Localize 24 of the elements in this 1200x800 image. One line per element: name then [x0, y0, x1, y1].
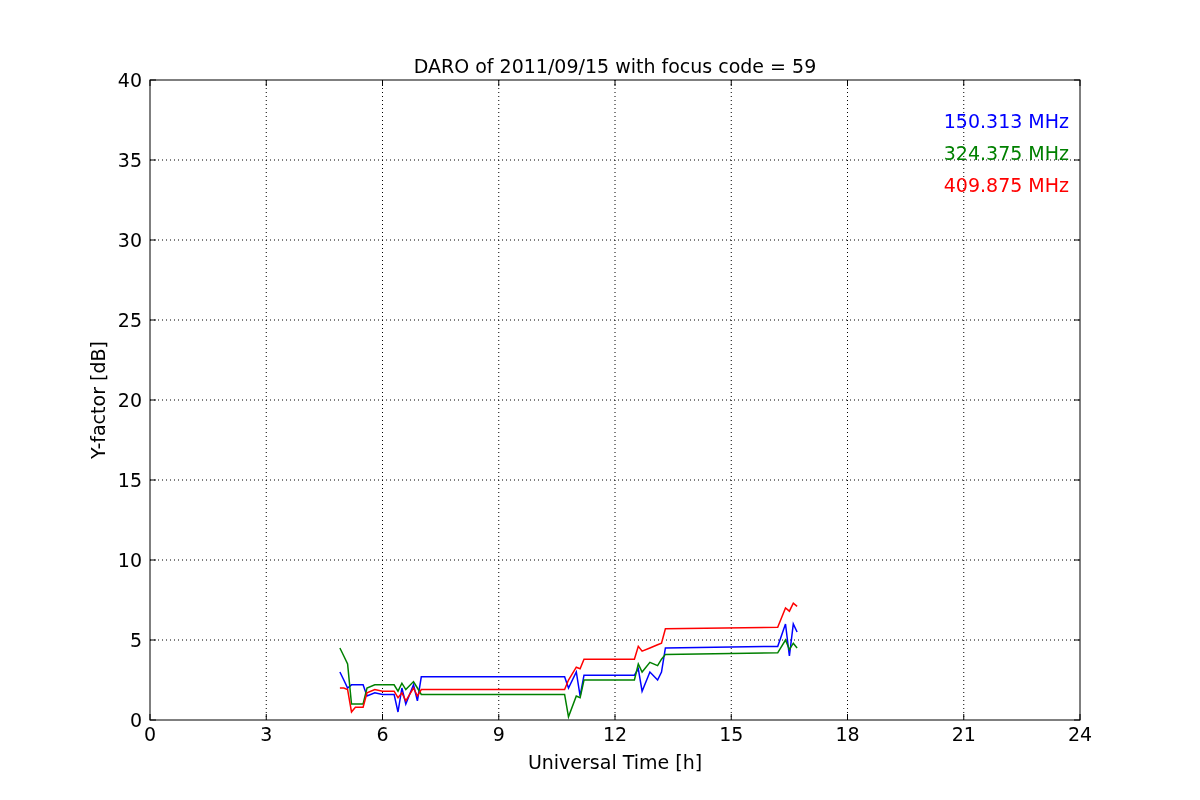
x-tick-label: 15	[719, 723, 744, 745]
y-tick-label: 30	[117, 229, 142, 251]
x-tick-label: 0	[143, 723, 157, 745]
legend-label: 324.375 MHz	[943, 142, 1069, 164]
y-tick-label: 35	[117, 149, 142, 171]
y-axis-label: Y-factor [dB]	[87, 341, 109, 459]
x-tick-label: 6	[376, 723, 389, 745]
x-axis-label: Universal Time [h]	[527, 751, 703, 773]
chart-title: DARO of 2011/09/15 with focus code = 59	[413, 55, 817, 77]
x-tick-label: 3	[260, 723, 273, 745]
y-tick-label: 10	[117, 549, 142, 571]
legend-label: 150.313 MHz	[943, 110, 1069, 132]
x-tick-label: 9	[492, 723, 505, 745]
x-tick-label: 21	[951, 723, 976, 745]
y-tick-label: 15	[117, 469, 142, 491]
y-tick-label: 5	[129, 629, 142, 651]
y-tick-label: 40	[117, 69, 142, 91]
y-tick-label: 0	[129, 709, 142, 731]
x-tick-label: 24	[1067, 723, 1093, 745]
y-tick-label: 25	[117, 309, 142, 331]
y-tick-label: 20	[117, 389, 142, 411]
x-tick-label: 12	[602, 723, 628, 745]
legend-label: 409.875 MHz	[943, 174, 1069, 196]
x-tick-label: 18	[835, 723, 860, 745]
